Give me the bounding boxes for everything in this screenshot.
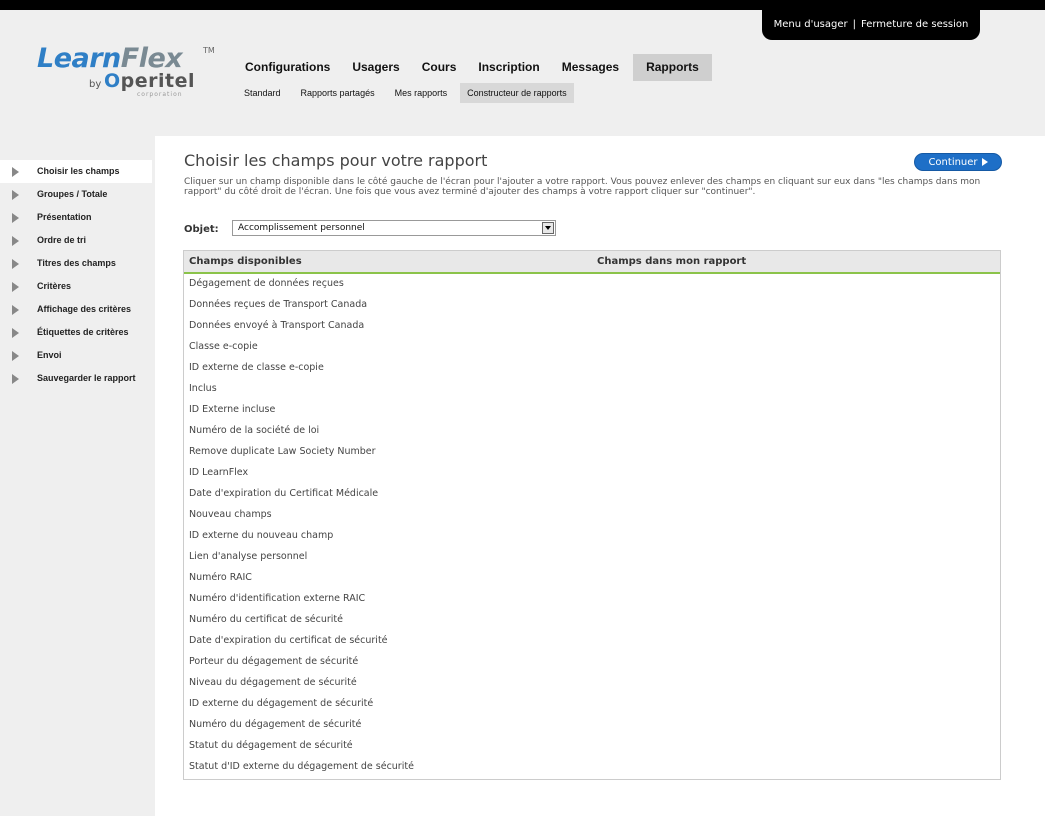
available-field-item[interactable]: Classe e-copie bbox=[184, 336, 1000, 357]
available-field-item[interactable]: Date d'expiration du Certificat Médicale bbox=[184, 483, 1000, 504]
available-fields-list: Dégagement de données reçues Données reç… bbox=[184, 273, 1000, 777]
available-fields-header: Champs disponibles bbox=[189, 256, 302, 267]
logout-link[interactable]: Fermeture de session bbox=[861, 19, 968, 30]
available-field-item[interactable]: Dégagement de données reçues bbox=[184, 273, 1000, 294]
sidebar-item-affichage-des-criteres[interactable]: Affichage des critères bbox=[0, 298, 152, 321]
logo-corporation: corporation bbox=[137, 91, 183, 98]
dropdown-arrow-icon[interactable] bbox=[542, 222, 554, 234]
available-field-item[interactable]: Données reçues de Transport Canada bbox=[184, 294, 1000, 315]
sidebar-item-label: Envoi bbox=[37, 350, 62, 360]
sidebar-item-presentation[interactable]: Présentation bbox=[0, 206, 152, 229]
available-field-item[interactable]: Inclus bbox=[184, 378, 1000, 399]
object-select-value: Accomplissement personnel bbox=[238, 223, 365, 233]
sidebar-item-label: Présentation bbox=[37, 212, 92, 222]
available-field-item[interactable]: Remove duplicate Law Society Number bbox=[184, 441, 1000, 462]
triangle-right-icon bbox=[12, 190, 19, 200]
sidebar-item-label: Ordre de tri bbox=[37, 235, 87, 245]
nav-inscription[interactable]: Inscription bbox=[470, 54, 547, 81]
available-field-item[interactable]: Statut d'ID externe du dégagement de séc… bbox=[184, 756, 1000, 777]
sidebar-item-criteres[interactable]: Critères bbox=[0, 275, 152, 298]
operitel-logo: Operitel bbox=[104, 70, 195, 92]
sidebar-item-choisir-les-champs[interactable]: Choisir les champs bbox=[0, 160, 152, 183]
available-field-item[interactable]: Numéro du certificat de sécurité bbox=[184, 609, 1000, 630]
sidebar-item-titres-des-champs[interactable]: Titres des champs bbox=[0, 252, 152, 275]
user-menu-link[interactable]: Menu d'usager bbox=[774, 19, 848, 30]
triangle-right-icon bbox=[12, 305, 19, 315]
sidebar-item-label: Sauvegarder le rapport bbox=[37, 373, 136, 383]
nav-cours[interactable]: Cours bbox=[414, 54, 465, 81]
available-field-item[interactable]: ID externe de classe e-copie bbox=[184, 357, 1000, 378]
sidebar-item-label: Affichage des critères bbox=[37, 304, 132, 314]
selected-fields-header: Champs dans mon rapport bbox=[597, 256, 747, 267]
triangle-right-icon bbox=[12, 328, 19, 338]
subnav-mes-rapports[interactable]: Mes rapports bbox=[388, 83, 455, 103]
nav-usagers[interactable]: Usagers bbox=[344, 54, 407, 81]
page-title: Choisir les champs pour votre rapport bbox=[184, 151, 488, 170]
nav-configurations[interactable]: Configurations bbox=[237, 54, 338, 81]
fields-panel-header: Champs disponibles Champs dans mon rappo… bbox=[184, 251, 1000, 274]
sidebar-item-label: Groupes / Totale bbox=[37, 189, 108, 199]
sidebar-item-envoi[interactable]: Envoi bbox=[0, 344, 152, 367]
continue-label: Continuer bbox=[928, 157, 978, 168]
sidebar-item-groupes-totale[interactable]: Groupes / Totale bbox=[0, 183, 152, 206]
object-select[interactable]: Accomplissement personnel bbox=[232, 220, 556, 236]
operitel-o: O bbox=[104, 70, 121, 92]
available-field-item[interactable]: Niveau du dégagement de sécurité bbox=[184, 672, 1000, 693]
sidebar-item-ordre-de-tri[interactable]: Ordre de tri bbox=[0, 229, 152, 252]
learnflex-logo: LearnFlex TM by Operitel corporation bbox=[37, 44, 227, 104]
triangle-right-icon bbox=[12, 282, 19, 292]
available-field-item[interactable]: Statut du dégagement de sécurité bbox=[184, 735, 1000, 756]
available-field-item[interactable]: ID externe du dégagement de sécurité bbox=[184, 693, 1000, 714]
main-nav: Configurations Usagers Cours Inscription… bbox=[237, 54, 718, 81]
available-field-item[interactable]: Données envoyé à Transport Canada bbox=[184, 315, 1000, 336]
available-field-item[interactable]: Nouveau champs bbox=[184, 504, 1000, 525]
subnav-constructeur-de-rapports[interactable]: Constructeur de rapports bbox=[460, 83, 574, 103]
subnav-standard[interactable]: Standard bbox=[237, 83, 288, 103]
available-field-item[interactable]: Lien d'analyse personnel bbox=[184, 546, 1000, 567]
operitel-rest: peritel bbox=[120, 70, 196, 92]
logo-trademark: TM bbox=[203, 46, 215, 55]
sidebar-item-etiquettes-de-criteres[interactable]: Étiquettes de critères bbox=[0, 321, 152, 344]
object-label: Objet: bbox=[184, 224, 219, 235]
triangle-right-icon bbox=[12, 213, 19, 223]
menu-separator: | bbox=[852, 19, 857, 30]
available-field-item[interactable]: Date d'expiration du certificat de sécur… bbox=[184, 630, 1000, 651]
nav-rapports[interactable]: Rapports bbox=[633, 54, 712, 81]
available-field-item[interactable]: Porteur du dégagement de sécurité bbox=[184, 651, 1000, 672]
sidebar-item-sauvegarder-le-rapport[interactable]: Sauvegarder le rapport bbox=[0, 367, 152, 390]
sidebar-item-label: Choisir les champs bbox=[37, 166, 120, 176]
main-content: Choisir les champs pour votre rapport Co… bbox=[155, 136, 1045, 816]
sidebar-item-label: Critères bbox=[37, 281, 72, 291]
report-steps-sidebar: Choisir les champs Groupes / Totale Prés… bbox=[0, 160, 152, 390]
sidebar-item-label: Titres des champs bbox=[37, 258, 116, 268]
available-field-item[interactable]: ID LearnFlex bbox=[184, 462, 1000, 483]
triangle-right-icon bbox=[12, 259, 19, 269]
fields-panel: Champs disponibles Champs dans mon rappo… bbox=[183, 250, 1001, 780]
triangle-right-icon bbox=[12, 236, 19, 246]
available-field-item[interactable]: ID Externe incluse bbox=[184, 399, 1000, 420]
nav-messages[interactable]: Messages bbox=[554, 54, 627, 81]
logo-by: by bbox=[89, 79, 102, 90]
available-field-item[interactable]: Numéro du dégagement de sécurité bbox=[184, 714, 1000, 735]
available-field-item[interactable]: ID externe du nouveau champ bbox=[184, 525, 1000, 546]
available-field-item[interactable]: Numéro RAIC bbox=[184, 567, 1000, 588]
sidebar-item-label: Étiquettes de critères bbox=[37, 327, 129, 337]
sub-nav: Standard Rapports partagés Mes rapports … bbox=[237, 83, 580, 103]
available-field-item[interactable]: Numéro de la société de loi bbox=[184, 420, 1000, 441]
subnav-rapports-partages[interactable]: Rapports partagés bbox=[294, 83, 382, 103]
triangle-right-icon bbox=[12, 374, 19, 384]
arrow-right-icon bbox=[981, 158, 988, 166]
triangle-right-icon bbox=[12, 351, 19, 361]
triangle-right-icon bbox=[12, 167, 19, 177]
available-field-item[interactable]: Numéro d'identification externe RAIC bbox=[184, 588, 1000, 609]
continue-button[interactable]: Continuer bbox=[914, 153, 1002, 171]
user-menu-bar: Menu d'usager | Fermeture de session bbox=[762, 10, 980, 40]
instructions-text: Cliquer sur un champ disponible dans le … bbox=[184, 177, 981, 197]
top-bar bbox=[0, 0, 1045, 10]
